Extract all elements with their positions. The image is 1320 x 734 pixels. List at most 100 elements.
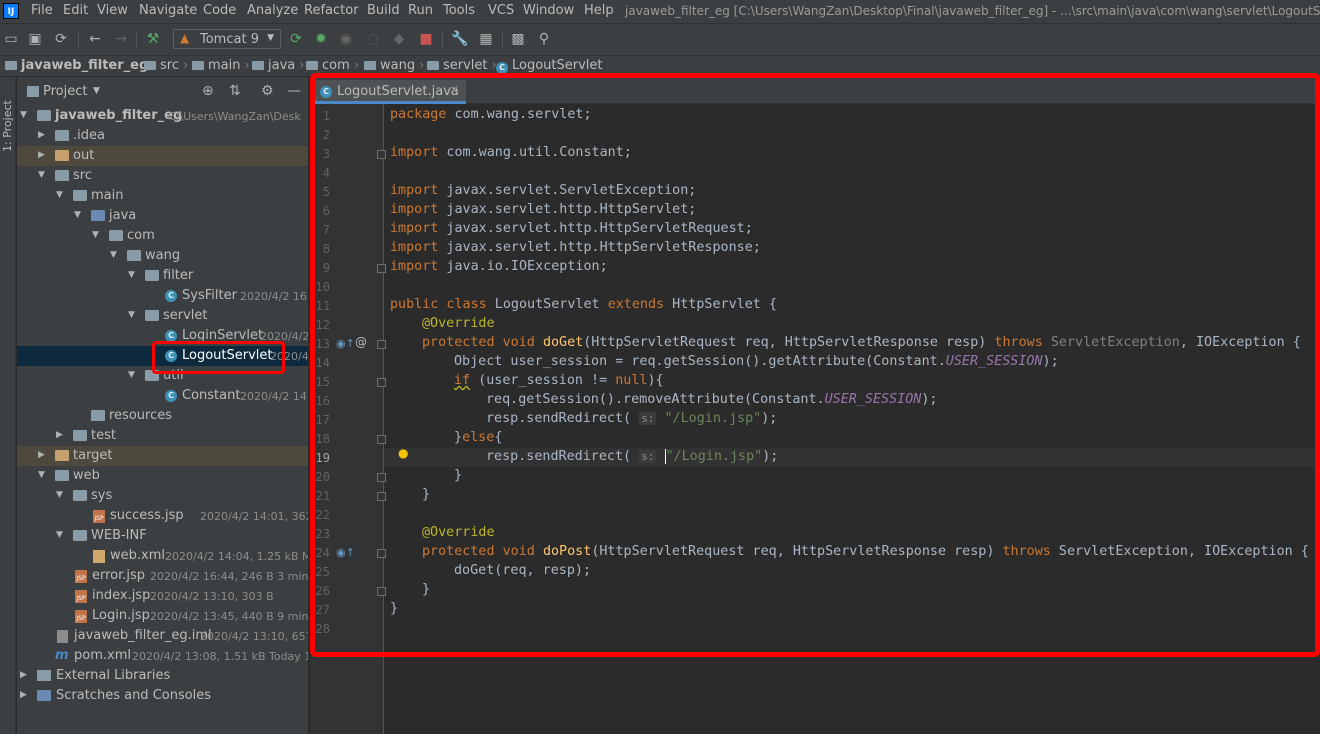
- tree-item-out[interactable]: ▶ out: [17, 146, 308, 166]
- menu-refactor[interactable]: Refactor: [304, 3, 359, 18]
- window-title: javaweb_filter_eg [C:\Users\WangZan\Desk…: [625, 4, 1320, 18]
- scratches-icon: [37, 690, 51, 701]
- tree-item-index-jsp[interactable]: JSP index.jsp 2020/4/2 13:10, 303 B: [17, 586, 308, 606]
- tree-item-wang[interactable]: ▼ wang: [17, 246, 308, 266]
- jsp-file-icon: JSP: [75, 610, 87, 623]
- tree-item-sys[interactable]: ▼ sys: [17, 486, 308, 506]
- source-folder-icon: [91, 210, 105, 221]
- attach-icon[interactable]: ◆: [390, 30, 408, 48]
- tree-item-servlet[interactable]: ▼ servlet: [17, 306, 308, 326]
- menu-tools[interactable]: Tools: [443, 3, 475, 18]
- tree-item-filter[interactable]: ▼ filter: [17, 266, 308, 286]
- search-icon[interactable]: ⚲: [535, 30, 553, 48]
- tree-item-com[interactable]: ▼ com: [17, 226, 308, 246]
- tree-item-idea[interactable]: ▶ .idea: [17, 126, 308, 146]
- tree-item-pom-xml[interactable]: m pom.xml 2020/4/2 13:08, 1.51 kB Today …: [17, 646, 308, 666]
- forward-arrow-icon[interactable]: →: [112, 30, 130, 48]
- menu-analyze[interactable]: Analyze: [247, 3, 298, 18]
- project-view-selector[interactable]: Project: [43, 84, 87, 99]
- tree-item-web-inf[interactable]: ▼ WEB-INF: [17, 526, 308, 546]
- chevron-down-icon[interactable]: ▼: [93, 86, 100, 96]
- breadcrumb-item-logoutservlet[interactable]: C LogoutServlet: [496, 58, 603, 74]
- menu-run[interactable]: Run: [408, 3, 433, 18]
- folder-icon: [73, 430, 87, 441]
- tree-item-project-root[interactable]: ▼ javaweb_filter_eg C:\Users\WangZan\Des…: [17, 106, 308, 126]
- tree-item-label: WEB-INF: [91, 528, 147, 543]
- menu-help[interactable]: Help: [584, 3, 614, 18]
- menu-navigate[interactable]: Navigate: [139, 3, 197, 18]
- menu-code[interactable]: Code: [203, 3, 236, 18]
- tree-item-web-xml[interactable]: web.xml 2020/4/2 14:04, 1.25 kB Mo: [17, 546, 308, 566]
- menu-edit[interactable]: Edit: [63, 3, 88, 18]
- collapse-all-icon[interactable]: ⇅: [229, 83, 241, 99]
- tree-item-test[interactable]: ▶ test: [17, 426, 308, 446]
- jsp-file-icon: JSP: [93, 510, 105, 523]
- run-configuration-dropdown[interactable]: ▲ Tomcat 9 ▼: [173, 29, 281, 49]
- locate-crosshair-icon[interactable]: ⊕: [202, 83, 214, 99]
- tree-item-label: target: [73, 448, 113, 463]
- excluded-folder-icon: [55, 150, 69, 161]
- build-hammer-icon[interactable]: ⚒: [144, 30, 162, 48]
- tree-item-meta: C:\Users\WangZan\Desk: [168, 110, 301, 123]
- left-tool-strip: [0, 77, 16, 734]
- tree-item-web[interactable]: ▼ web: [17, 466, 308, 486]
- xml-file-icon: [93, 550, 105, 563]
- tree-item-success-jsp[interactable]: JSP success.jsp 2020/4/2 14:01, 362 B A: [17, 506, 308, 526]
- breadcrumb-label: LogoutServlet: [512, 58, 603, 73]
- terminal-window-icon[interactable]: ▩: [509, 30, 527, 48]
- tree-item-java[interactable]: ▼ java: [17, 206, 308, 226]
- tree-item-resources[interactable]: resources: [17, 406, 308, 426]
- tree-item-sysfilter[interactable]: C SysFilter 2020/4/2 16:4: [17, 286, 308, 306]
- back-arrow-icon[interactable]: ←: [86, 30, 104, 48]
- breadcrumb-item-com[interactable]: com ›: [306, 58, 359, 73]
- profile-icon[interactable]: ◌: [364, 30, 382, 48]
- breadcrumb-label: servlet: [443, 58, 488, 73]
- gear-icon[interactable]: ⚙: [261, 83, 274, 99]
- tree-item-label: sys: [91, 488, 113, 503]
- minimize-icon[interactable]: —: [287, 83, 301, 99]
- package-icon: [145, 310, 159, 321]
- tree-item-iml[interactable]: javaweb_filter_eg.iml 2020/4/2 13:10, 65…: [17, 626, 308, 646]
- menu-view[interactable]: View: [97, 3, 128, 18]
- project-panel-header: Project ▼ ⊕ ⇅ ⚙ —: [17, 80, 309, 104]
- tree-item-error-jsp[interactable]: JSP error.jsp 2020/4/2 16:44, 246 B 3 mi…: [17, 566, 308, 586]
- project-structure-icon[interactable]: ▦: [477, 30, 495, 48]
- tree-item-main[interactable]: ▼ main: [17, 186, 308, 206]
- tree-item-scratches[interactable]: ▶ Scratches and Consoles: [17, 686, 308, 706]
- jsp-file-icon: JSP: [75, 570, 87, 583]
- tree-item-constant[interactable]: C Constant 2020/4/2 14:0: [17, 386, 308, 406]
- breadcrumb-item-wang[interactable]: wang ›: [364, 58, 424, 73]
- save-all-icon[interactable]: ▣: [26, 30, 44, 48]
- debug-bug-icon[interactable]: ✹: [312, 30, 330, 48]
- open-folder-icon[interactable]: ▭: [2, 30, 20, 48]
- menu-window[interactable]: Window: [523, 3, 574, 18]
- tree-item-src[interactable]: ▼ src: [17, 166, 308, 186]
- menu-build[interactable]: Build: [367, 3, 400, 18]
- breadcrumb-item-servlet[interactable]: servlet ›: [427, 58, 497, 73]
- tree-item-login-jsp[interactable]: JSP Login.jsp 2020/4/2 13:45, 440 B 9 mi…: [17, 606, 308, 626]
- package-icon: [145, 270, 159, 281]
- wrench-settings-icon[interactable]: 🔧: [451, 30, 469, 48]
- tree-item-label: error.jsp: [92, 568, 146, 583]
- tree-item-label: filter: [163, 268, 194, 283]
- breadcrumb-item-src[interactable]: src ›: [144, 58, 188, 73]
- tree-item-target[interactable]: ▶ target: [17, 446, 308, 466]
- tree-item-external-libraries[interactable]: ▶ External Libraries: [17, 666, 308, 686]
- folder-icon: [55, 130, 69, 141]
- breadcrumb-item-project[interactable]: javaweb_filter_eg›: [5, 58, 157, 73]
- chevron-down-icon: ▼: [267, 33, 274, 43]
- editor-highlight-box: [310, 73, 1320, 657]
- stop-icon[interactable]: ■: [417, 30, 435, 48]
- menu-vcs[interactable]: VCS: [488, 3, 514, 18]
- breadcrumb-item-main[interactable]: main ›: [192, 58, 250, 73]
- folder-icon: [73, 190, 87, 201]
- menu-file[interactable]: File: [31, 3, 53, 18]
- folder-icon: [55, 170, 69, 181]
- tree-item-label: out: [73, 148, 95, 163]
- tree-item-label: main: [91, 188, 124, 203]
- breadcrumb-item-java[interactable]: java ›: [252, 58, 304, 73]
- rerun-icon[interactable]: ⟳: [287, 30, 305, 48]
- project-tool-window-button[interactable]: 1: Project: [1, 82, 15, 152]
- coverage-icon[interactable]: ◉: [337, 30, 355, 48]
- sync-icon[interactable]: ⟳: [52, 30, 70, 48]
